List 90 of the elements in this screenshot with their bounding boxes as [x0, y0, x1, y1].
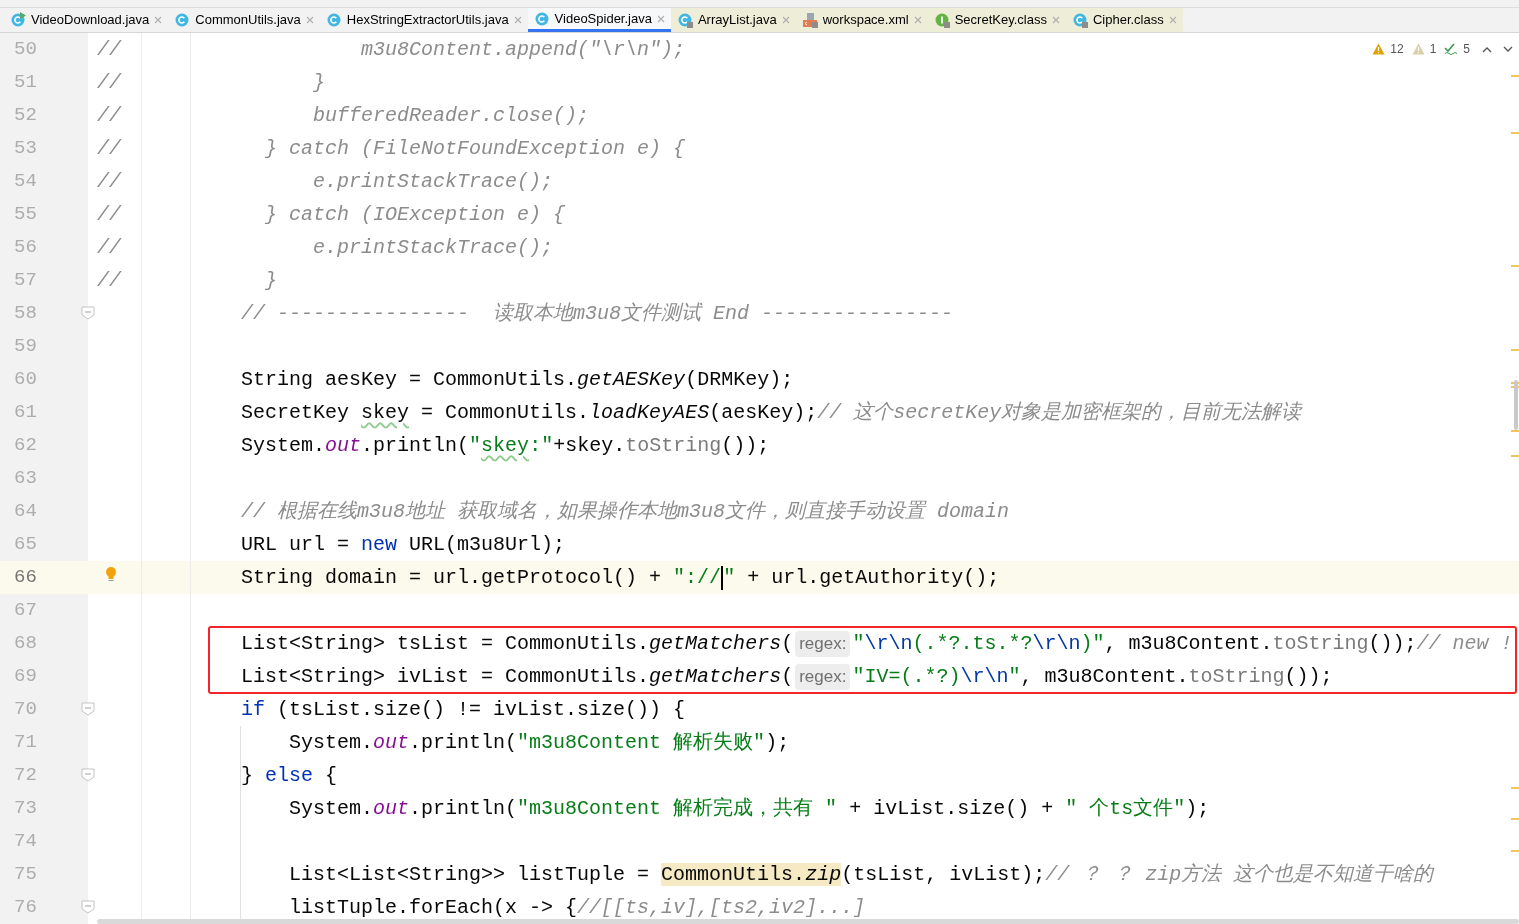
check-icon[interactable] — [1444, 43, 1459, 55]
close-icon[interactable] — [154, 16, 163, 24]
code-text: String domain = url.getProtocol() + ":// — [241, 564, 722, 591]
line-number: 73 — [14, 796, 37, 822]
line-number: 69 — [14, 664, 37, 690]
parameter-hint: regex: — [795, 663, 851, 690]
line-number: 63 — [14, 466, 37, 492]
code-text: URL url = new URL(m3u8Url); — [241, 531, 566, 558]
code-text: // m3u8Content.append("\r\n"); — [97, 36, 686, 63]
code-text: String aesKey = CommonUtils.getAESKey(DRMKey); — [241, 366, 794, 393]
line-number: 76 — [14, 895, 37, 921]
line-number: 59 — [14, 334, 37, 360]
code-text: List<String> ivList = CommonUtils.getMatchers( — [241, 663, 794, 690]
code-text: // } — [97, 267, 278, 294]
close-icon[interactable] — [913, 16, 922, 24]
code-text: // e.printStackTrace(); — [97, 234, 554, 261]
editor-tab[interactable]: workspace.xml — [795, 8, 928, 32]
fold-icon[interactable] — [81, 702, 95, 716]
editor-tab[interactable]: ArrayList.java — [670, 8, 796, 32]
inspection-count: 1 — [1429, 41, 1437, 58]
line-number: 75 — [14, 862, 37, 888]
line-number: 54 — [14, 169, 37, 195]
fold-icon[interactable] — [81, 900, 95, 914]
file-icon — [676, 12, 693, 28]
code-text: // } catch (IOException e) { — [97, 201, 566, 228]
lightbulb-icon[interactable] — [105, 566, 117, 582]
line-number: 50 — [14, 37, 37, 63]
scrollbar-thumb[interactable] — [1514, 380, 1518, 430]
line-number: 71 — [14, 730, 37, 756]
close-icon[interactable] — [513, 16, 522, 24]
code-text: System.out.println("skey:"+skey.toString()); — [241, 432, 770, 459]
horizontal-scrollbar[interactable] — [97, 919, 1519, 924]
code-text: // 根据在线m3u8地址 获取域名，如果操作本地m3u8文件，则直接手动设置 domain — [241, 498, 1010, 525]
code-text: System.out.println("m3u8Content 解析完成，共有 " + ivList.size() + " 个ts文件"); — [289, 795, 1210, 822]
editor-tab[interactable]: VideoSpider.java — [527, 8, 671, 32]
line-number: 58 — [14, 301, 37, 327]
code-text: // ---------------- 读取本地m3u8文件测试 End ---------------- — [241, 300, 954, 327]
line-number: 55 — [14, 202, 37, 228]
line-number: 57 — [14, 268, 37, 294]
inspection-count: 5 — [1463, 41, 1470, 58]
line-number: 52 — [14, 103, 37, 129]
editor-tab[interactable]: SecretKey.class — [927, 8, 1066, 32]
editor-tab[interactable]: Cipher.class — [1065, 8, 1183, 32]
file-icon — [801, 12, 818, 28]
code-text: // } — [97, 69, 326, 96]
close-icon[interactable] — [1168, 16, 1177, 24]
close-icon[interactable] — [305, 16, 314, 24]
code-text: SecretKey skey = CommonUtils.loadKeyAES(aesKey);// 这个secretKey对象是加密框架的，目前无法解读 — [241, 399, 1302, 426]
line-number: 61 — [14, 400, 37, 426]
warning-icon[interactable] — [1411, 43, 1425, 55]
code-text: "\r\n(.*?.ts.*?\r\n)", m3u8Content.toString());// new ! — [852, 630, 1513, 657]
line-number: 72 — [14, 763, 37, 789]
file-icon — [533, 10, 550, 27]
line-number: 67 — [14, 598, 37, 624]
file-icon — [174, 12, 191, 28]
fold-icon[interactable] — [81, 306, 95, 320]
warning-icon[interactable] — [1372, 43, 1386, 55]
file-icon — [933, 12, 950, 28]
close-icon[interactable] — [1051, 16, 1060, 24]
line-number: 51 — [14, 70, 37, 96]
code-text: "IV=(.*?)\r\n", m3u8Content.toString()); — [852, 663, 1333, 690]
text-cursor — [721, 565, 724, 590]
line-number: 68 — [14, 631, 37, 657]
close-icon[interactable] — [656, 14, 665, 23]
code-text: // bufferedReader.close(); — [97, 102, 590, 129]
code-text: " + url.getAuthority(); — [723, 564, 1000, 591]
line-number: 62 — [14, 433, 37, 459]
line-number: 53 — [14, 136, 37, 162]
file-icon — [1071, 12, 1088, 28]
code-text: List<List<String>> listTuple = CommonUtils.zip(tsList, ivList);// ？ ？ zip方法 这个也是不知道干啥的 — [289, 861, 1434, 888]
code-text: listTuple.forEach(x -> {//[[ts,iv],[ts2,iv2]...] — [289, 894, 866, 921]
parameter-hint: regex: — [795, 630, 851, 657]
line-number: 56 — [14, 235, 37, 261]
code-text: System.out.println("m3u8Content 解析失败"); — [289, 729, 790, 756]
inspection-count: 12 — [1390, 41, 1404, 58]
code-text: } else { — [241, 762, 338, 789]
line-number: 60 — [14, 367, 37, 393]
line-number: 74 — [14, 829, 37, 855]
fold-icon[interactable] — [81, 768, 95, 782]
line-number: 64 — [14, 499, 37, 525]
close-icon[interactable] — [781, 16, 790, 24]
code-text: // } catch (FileNotFoundException e) { — [97, 135, 686, 162]
line-number: 66 — [14, 565, 37, 591]
code-text: List<String> tsList = CommonUtils.getMatchers( — [241, 630, 794, 657]
line-number: 65 — [14, 532, 37, 558]
line-number: 70 — [14, 697, 37, 723]
file-icon — [325, 12, 342, 28]
code-text: // e.printStackTrace(); — [97, 168, 554, 195]
file-icon — [10, 12, 26, 28]
code-text: if (tsList.size() != ivList.size()) { — [241, 696, 686, 723]
